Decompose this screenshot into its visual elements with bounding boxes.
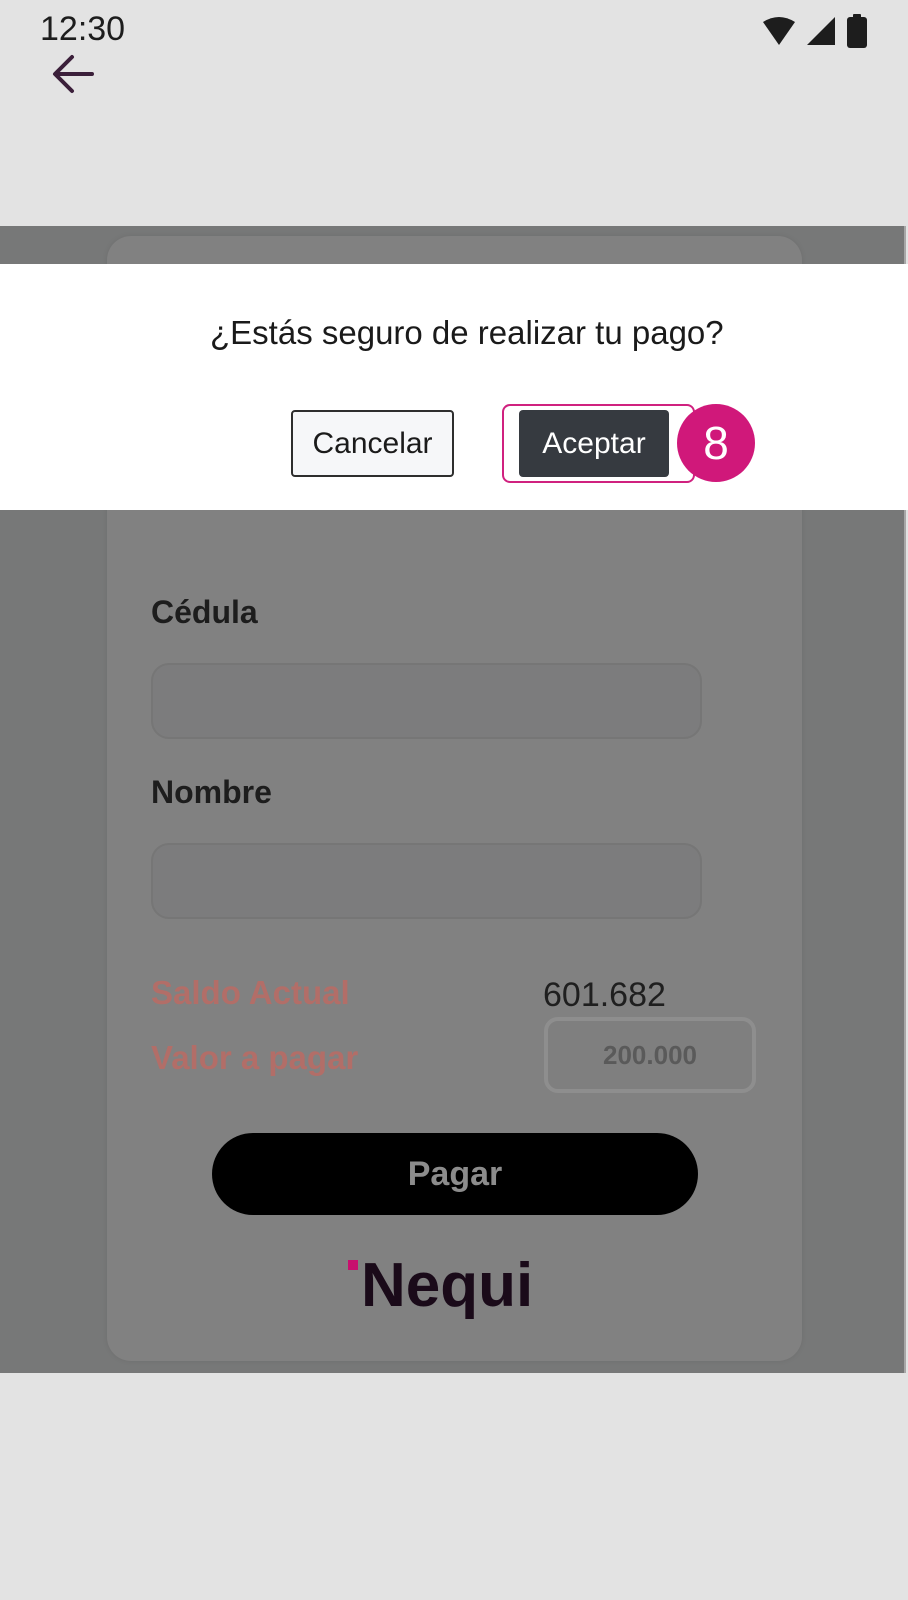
status-bar: 12:30 [0,0,908,60]
saldo-actual-value: 601.682 [543,976,666,1014]
wifi-icon [763,17,795,45]
nombre-input[interactable] [151,843,702,919]
battery-icon [847,14,867,48]
dialog-title: ¿Estás seguro de realizar tu pago? [210,314,724,351]
accept-button[interactable]: Aceptar [519,410,669,477]
cedula-label: Cédula [151,594,258,630]
status-time: 12:30 [40,10,126,48]
nequi-logo: Nequi [348,1251,533,1320]
signal-icon [807,17,835,45]
confirm-payment-dialog: ¿Estás seguro de realizar tu pago? Cance… [0,264,908,510]
nequi-logo-text: Nequi [361,1251,533,1320]
step-number-badge: 8 [677,404,755,482]
cancel-button[interactable]: Cancelar [291,410,454,477]
nombre-label: Nombre [151,774,272,810]
saldo-actual-label: Saldo Actual [151,974,350,1011]
valor-a-pagar-label: Valor a pagar [151,1039,359,1076]
status-icons [762,14,868,48]
back-arrow-icon[interactable] [48,50,100,98]
pagar-button[interactable]: Pagar [212,1133,698,1215]
cedula-input[interactable] [151,663,702,739]
valor-a-pagar-input[interactable]: 200.000 [544,1017,756,1093]
